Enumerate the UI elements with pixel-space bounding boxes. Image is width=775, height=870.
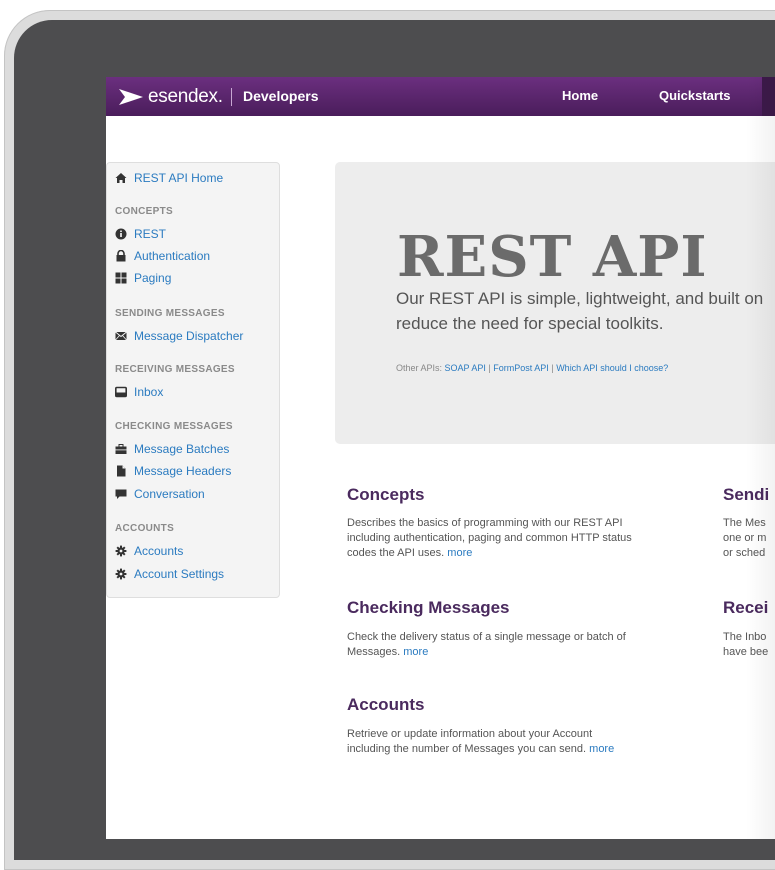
- brand-name: esendex: [148, 86, 218, 107]
- info-icon: [115, 228, 127, 240]
- section-title-accounts[interactable]: Accounts: [347, 695, 424, 715]
- browser-screen: esendex. Developers Home Quickstarts RES…: [106, 77, 775, 839]
- body-line: Messages. more: [347, 645, 707, 660]
- sidebar-item-message-batches[interactable]: Message Batches: [115, 442, 229, 456]
- sidebar-item-message-dispatcher[interactable]: Message Dispatcher: [115, 329, 243, 343]
- logo-arrow-icon: [119, 89, 143, 105]
- hero-description: Our REST API is simple, lightweight, and…: [396, 286, 775, 336]
- gear-icon: [115, 545, 127, 557]
- nav-active-tab[interactable]: [762, 77, 775, 116]
- comment-icon: [115, 488, 127, 500]
- section-body-concepts: Describes the basics of programming with…: [347, 516, 707, 561]
- lock-icon: [115, 249, 127, 262]
- sidebar-item-paging[interactable]: Paging: [115, 271, 171, 285]
- sidebar-item-label: Accounts: [134, 544, 184, 558]
- body-line: codes the API uses. more: [347, 546, 707, 561]
- body-text: including the number of Messages you can…: [347, 743, 587, 755]
- body-line: including authentication, paging and com…: [347, 532, 632, 544]
- sidebar-item-label: REST API Home: [134, 171, 224, 185]
- sidebar-item-label: Message Headers: [134, 464, 232, 478]
- body-text: codes the API uses.: [347, 547, 445, 559]
- body-line: The Inbo: [723, 631, 767, 643]
- more-link-checking[interactable]: more: [403, 646, 428, 658]
- body-line: Describes the basics of programming with…: [347, 517, 623, 529]
- sidebar-item-label: Message Batches: [134, 442, 230, 456]
- sidebar-item-accounts[interactable]: Accounts: [115, 544, 183, 558]
- gear-icon: [115, 568, 127, 580]
- body-line: or sched: [723, 547, 766, 559]
- body-line: one or m: [723, 532, 767, 544]
- nav-home[interactable]: Home: [562, 88, 598, 103]
- more-link-concepts[interactable]: more: [447, 547, 472, 559]
- sidebar-item-label: Paging: [134, 271, 172, 285]
- link-separator: |: [551, 363, 554, 373]
- sidebar-heading-checking: CHECKING MESSAGES: [115, 421, 233, 432]
- sidebar-item-rest[interactable]: REST: [115, 227, 166, 241]
- section-body-checking: Check the delivery status of a single me…: [347, 630, 707, 660]
- sidebar: REST API Home CONCEPTS REST Authenticati…: [106, 162, 280, 598]
- sidebar-item-label: Account Settings: [134, 567, 225, 581]
- body-line: including the number of Messages you can…: [347, 742, 707, 757]
- sidebar-item-label: Conversation: [134, 487, 205, 501]
- section-title-sending[interactable]: Sendi: [723, 485, 769, 505]
- sidebar-item-authentication[interactable]: Authentication: [115, 249, 210, 263]
- briefcase-icon: [115, 443, 127, 455]
- section-title-receiving[interactable]: Recei: [723, 598, 768, 618]
- sidebar-heading-receiving: RECEIVING MESSAGES: [115, 364, 235, 375]
- section-title-checking[interactable]: Checking Messages: [347, 598, 510, 618]
- inbox-icon: [115, 386, 127, 398]
- sidebar-item-label: Message Dispatcher: [134, 329, 244, 343]
- file-icon: [115, 465, 127, 477]
- hero-description-line: reduce the need for special toolkits.: [396, 314, 664, 333]
- sidebar-item-account-settings[interactable]: Account Settings: [115, 567, 224, 581]
- developers-label[interactable]: Developers: [243, 88, 318, 104]
- home-icon: [115, 172, 127, 184]
- envelope-icon: [115, 330, 127, 342]
- more-link-accounts[interactable]: more: [589, 743, 614, 755]
- hero-panel: REST API Our REST API is simple, lightwe…: [335, 162, 775, 444]
- link-formpost-api[interactable]: FormPost API: [493, 363, 549, 373]
- link-which-api[interactable]: Which API should I choose?: [556, 363, 668, 373]
- grid-icon: [115, 272, 127, 284]
- section-body-accounts: Retrieve or update information about you…: [347, 727, 707, 757]
- body-line: Check the delivery status of a single me…: [347, 631, 626, 643]
- sidebar-heading-accounts: ACCOUNTS: [115, 523, 175, 534]
- brand-dot: .: [217, 86, 224, 107]
- top-navigation-bar: esendex. Developers Home Quickstarts: [106, 77, 775, 116]
- body-line: The Mes: [723, 517, 766, 529]
- sidebar-item-message-headers[interactable]: Message Headers: [115, 464, 231, 478]
- section-body-receiving: The Inbo have bee: [723, 630, 775, 660]
- body-text: Messages.: [347, 646, 401, 658]
- sidebar-heading-sending: SENDING MESSAGES: [115, 308, 225, 319]
- body-line: have bee: [723, 646, 769, 658]
- esendex-logo[interactable]: esendex.: [118, 86, 223, 108]
- body-line: Retrieve or update information about you…: [347, 728, 593, 740]
- other-apis: Other APIs: SOAP API | FormPost API | Wh…: [396, 363, 668, 373]
- sidebar-item-label: Authentication: [134, 249, 211, 263]
- logo-divider: [231, 88, 232, 106]
- section-body-sending: The Mes one or m or sched: [723, 516, 775, 561]
- other-apis-label: Other APIs:: [396, 363, 443, 373]
- link-separator: |: [488, 363, 491, 373]
- sidebar-item-inbox[interactable]: Inbox: [115, 385, 163, 399]
- sidebar-item-rest-api-home[interactable]: REST API Home: [115, 171, 223, 185]
- hero-description-line: Our REST API is simple, lightweight, and…: [396, 289, 764, 308]
- page-title: REST API: [397, 224, 708, 290]
- sidebar-item-label: Inbox: [134, 385, 164, 399]
- sidebar-item-label: REST: [134, 227, 167, 241]
- section-title-concepts[interactable]: Concepts: [347, 485, 424, 505]
- link-soap-api[interactable]: SOAP API: [445, 363, 486, 373]
- sidebar-heading-concepts: CONCEPTS: [115, 206, 173, 217]
- sidebar-item-conversation[interactable]: Conversation: [115, 487, 205, 501]
- nav-quickstarts[interactable]: Quickstarts: [659, 88, 731, 103]
